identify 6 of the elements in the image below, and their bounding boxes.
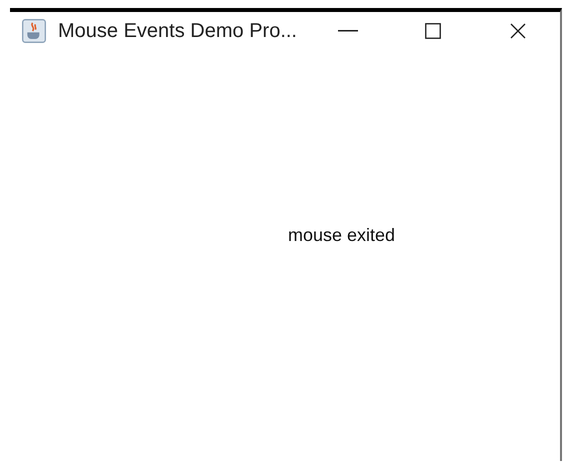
window-title: Mouse Events Demo Pro... (58, 20, 298, 42)
minimize-icon (338, 30, 358, 32)
status-label: mouse exited (288, 225, 396, 245)
close-icon (510, 23, 526, 39)
maximize-icon (425, 23, 442, 39)
cup-icon (22, 19, 46, 43)
